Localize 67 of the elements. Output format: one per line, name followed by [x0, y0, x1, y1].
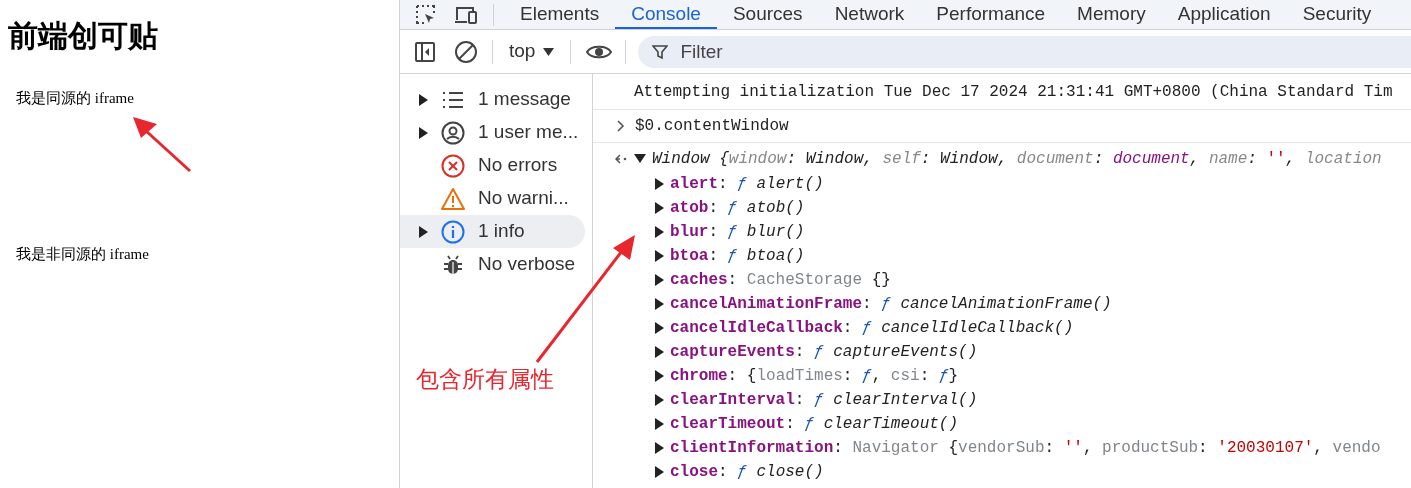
expand-arrow-icon[interactable] [655, 298, 664, 310]
property-entry: caches: CacheStorage {} [670, 270, 891, 291]
property-entry: btoa: ƒ btoa() [670, 246, 805, 267]
expand-arrow-icon[interactable] [655, 418, 664, 430]
property-entry: chrome: {loadTimes: ƒ, csi: ƒ} [670, 366, 959, 387]
user-icon [441, 120, 465, 145]
sidebar-item[interactable]: 1 user me... [400, 116, 585, 149]
page-title: 前端创可贴 [8, 18, 158, 54]
annotation-text: 包含所有属性 [416, 365, 554, 394]
expand-arrow-icon[interactable] [655, 202, 664, 214]
arrow [133, 117, 191, 173]
bug-icon [442, 253, 464, 276]
property-entry: close: ƒ close() [670, 462, 824, 483]
expand-arrow-icon[interactable] [655, 370, 664, 382]
tab[interactable]: Elements [504, 0, 616, 29]
log-message: Attempting initialization Tue Dec 17 2024 21:31:41 GMT+0800 (China Standard Tim [634, 81, 1393, 103]
error-icon [441, 153, 465, 178]
tab[interactable]: Memory [1061, 0, 1162, 29]
property-entry: captureEvents: ƒ captureEvents() [670, 342, 978, 363]
console-command-text: $0.contentWindow [635, 116, 789, 137]
tab[interactable]: Network [818, 0, 921, 29]
sidebar-item[interactable]: 1 info [400, 215, 585, 248]
expand-arrow-icon[interactable] [655, 394, 664, 406]
expand-arrow-icon[interactable] [655, 466, 664, 478]
sidebar-item[interactable]: No verbose [400, 248, 585, 281]
tab[interactable]: Security [1286, 0, 1388, 29]
expand-arrow-icon[interactable] [419, 126, 428, 139]
filter-field[interactable]: Filter [638, 35, 1411, 68]
property-entry: alert: ƒ alert() [670, 174, 824, 195]
prompt-icon [617, 120, 625, 132]
property-entry: cancelAnimationFrame: ƒ cancelAnimationFrame() [670, 294, 1112, 315]
property-entry: clientInformation: Navigator {vendorSub: '', productSub: '20030107', vendo [670, 438, 1381, 459]
sidebar-item[interactable]: No warni... [400, 182, 585, 215]
tab[interactable]: Console [615, 0, 717, 29]
info-icon [441, 219, 465, 244]
property-entry: clearInterval: ƒ clearInterval() [670, 390, 978, 411]
sidebar-item[interactable]: 1 message [400, 83, 585, 116]
expand-arrow-icon[interactable] [419, 225, 428, 238]
property-entry: clearTimeout: ƒ clearTimeout() [670, 414, 959, 435]
clear-icon[interactable] [454, 39, 478, 64]
tab[interactable]: Performance [920, 0, 1062, 29]
iframe-text: 我是同源的 iframe [16, 89, 134, 108]
filter-icon [652, 43, 669, 60]
property-entry: atob: ƒ atob() [670, 198, 805, 219]
expand-arrow-icon[interactable] [655, 346, 664, 358]
expand-arrow-icon[interactable] [655, 178, 664, 190]
list-icon [442, 90, 464, 109]
tab[interactable]: Application [1161, 0, 1287, 29]
iframe-text: 我是非同源的 iframe [16, 245, 149, 264]
sidebar-item[interactable]: No errors [400, 149, 585, 182]
context-dropdown[interactable]: top [509, 37, 555, 66]
caret-icon [543, 47, 555, 56]
expand-arrow-icon[interactable] [655, 274, 664, 286]
property-entry: blur: ƒ blur() [670, 222, 805, 243]
warning-icon [440, 186, 466, 211]
expand-arrow-icon[interactable] [634, 154, 646, 163]
sidebar-toggle-icon[interactable] [414, 40, 436, 63]
expand-arrow-icon[interactable] [419, 93, 428, 106]
result-arrow-icon [615, 153, 627, 164]
expand-arrow-icon[interactable] [655, 250, 664, 262]
property-entry: cancelIdleCallback: ƒ cancelIdleCallback() [670, 318, 1074, 339]
expand-arrow-icon[interactable] [655, 442, 664, 454]
tab[interactable]: Sources [716, 0, 819, 29]
object-preview: Window {window: Window, self: Window, document: document, name: '', location [652, 148, 1382, 170]
expand-arrow-icon[interactable] [655, 226, 664, 238]
inspect-icon[interactable] [414, 2, 438, 27]
expand-arrow-icon[interactable] [655, 322, 664, 334]
